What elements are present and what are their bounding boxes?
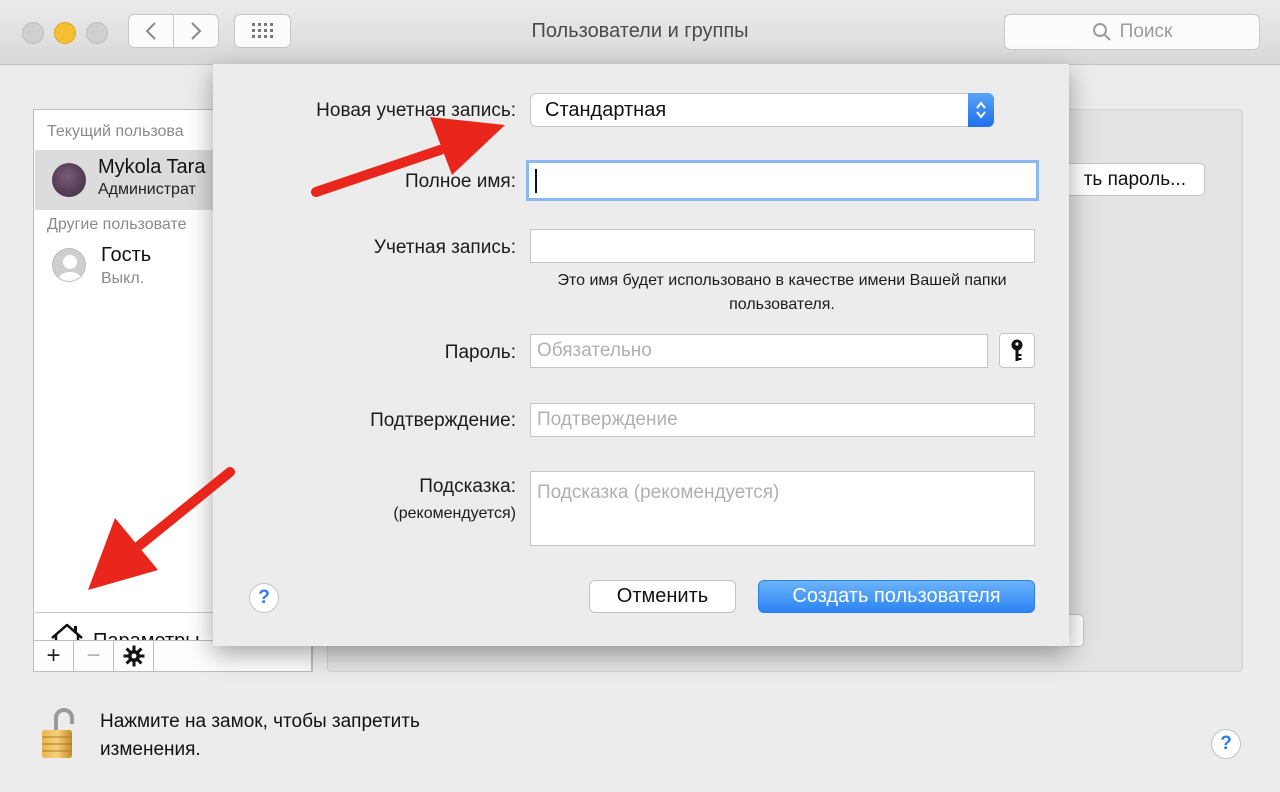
updown-arrows-icon <box>968 93 994 127</box>
new-account-sheet: Новая учетная запись: Стандартная Полное… <box>213 64 1069 646</box>
full-name-field[interactable] <box>526 160 1039 201</box>
verify-label: Подтверждение: <box>370 410 516 431</box>
sheet-help-button[interactable]: ? <box>249 583 279 613</box>
account-type-popup[interactable]: Стандартная <box>530 93 994 127</box>
verify-field[interactable]: Подтверждение <box>530 403 1035 437</box>
hint-field[interactable]: Подсказка (рекомендуется) <box>530 471 1035 546</box>
change-password-label: ть пароль... <box>1083 168 1186 190</box>
full-name-label: Полное имя: <box>404 171 516 192</box>
user-name: Mykola Tara <box>98 156 206 178</box>
password-label: Пароль: <box>444 342 516 363</box>
account-type-label: Новая учетная запись: <box>316 100 516 121</box>
password-field[interactable]: Обязательно <box>530 334 988 368</box>
hint-label-sub: (рекомендуется) <box>393 505 516 522</box>
account-type-value: Стандартная <box>545 98 667 121</box>
key-icon <box>1011 339 1023 361</box>
add-user-button[interactable]: + <box>34 641 74 671</box>
create-user-button[interactable]: Создать пользователя <box>758 580 1035 613</box>
account-name-label: Учетная запись: <box>373 237 516 258</box>
user-role: Администрат <box>98 181 196 198</box>
plus-icon: + <box>46 642 61 669</box>
help-button[interactable]: ? <box>1211 729 1241 759</box>
gear-icon <box>123 645 144 667</box>
password-assistant-button[interactable] <box>999 333 1035 368</box>
password-placeholder: Обязательно <box>537 340 652 361</box>
remove-user-button[interactable]: − <box>74 641 114 671</box>
search-icon <box>1092 23 1111 41</box>
search-placeholder: Поиск <box>1119 21 1173 42</box>
guest-name[interactable]: Гость <box>101 244 151 267</box>
verify-placeholder: Подтверждение <box>537 409 678 430</box>
hint-placeholder: Подсказка (рекомендуется) <box>537 482 780 503</box>
action-menu-button[interactable] <box>114 641 154 671</box>
lock-message: Нажмите на замок, чтобы запретить измене… <box>100 711 420 760</box>
cancel-button[interactable]: Отменить <box>589 580 736 613</box>
lock-icon[interactable] <box>40 706 76 760</box>
text-caret <box>535 168 537 193</box>
title-bar: Пользователи и группы Поиск <box>0 0 1280 65</box>
hint-label: Подсказка: <box>419 476 516 497</box>
other-users-section: Другие пользовате <box>47 216 187 233</box>
guest-avatar-icon[interactable] <box>52 248 86 282</box>
account-name-note: Это имя будет использовано в качестве им… <box>557 272 1007 313</box>
search-field[interactable]: Поиск <box>1004 14 1260 50</box>
account-name-field[interactable] <box>530 229 1035 263</box>
minus-icon: − <box>86 642 101 669</box>
guest-status: Выкл. <box>101 270 145 287</box>
avatar <box>52 163 86 197</box>
current-user-section: Текущий пользова <box>47 123 184 140</box>
